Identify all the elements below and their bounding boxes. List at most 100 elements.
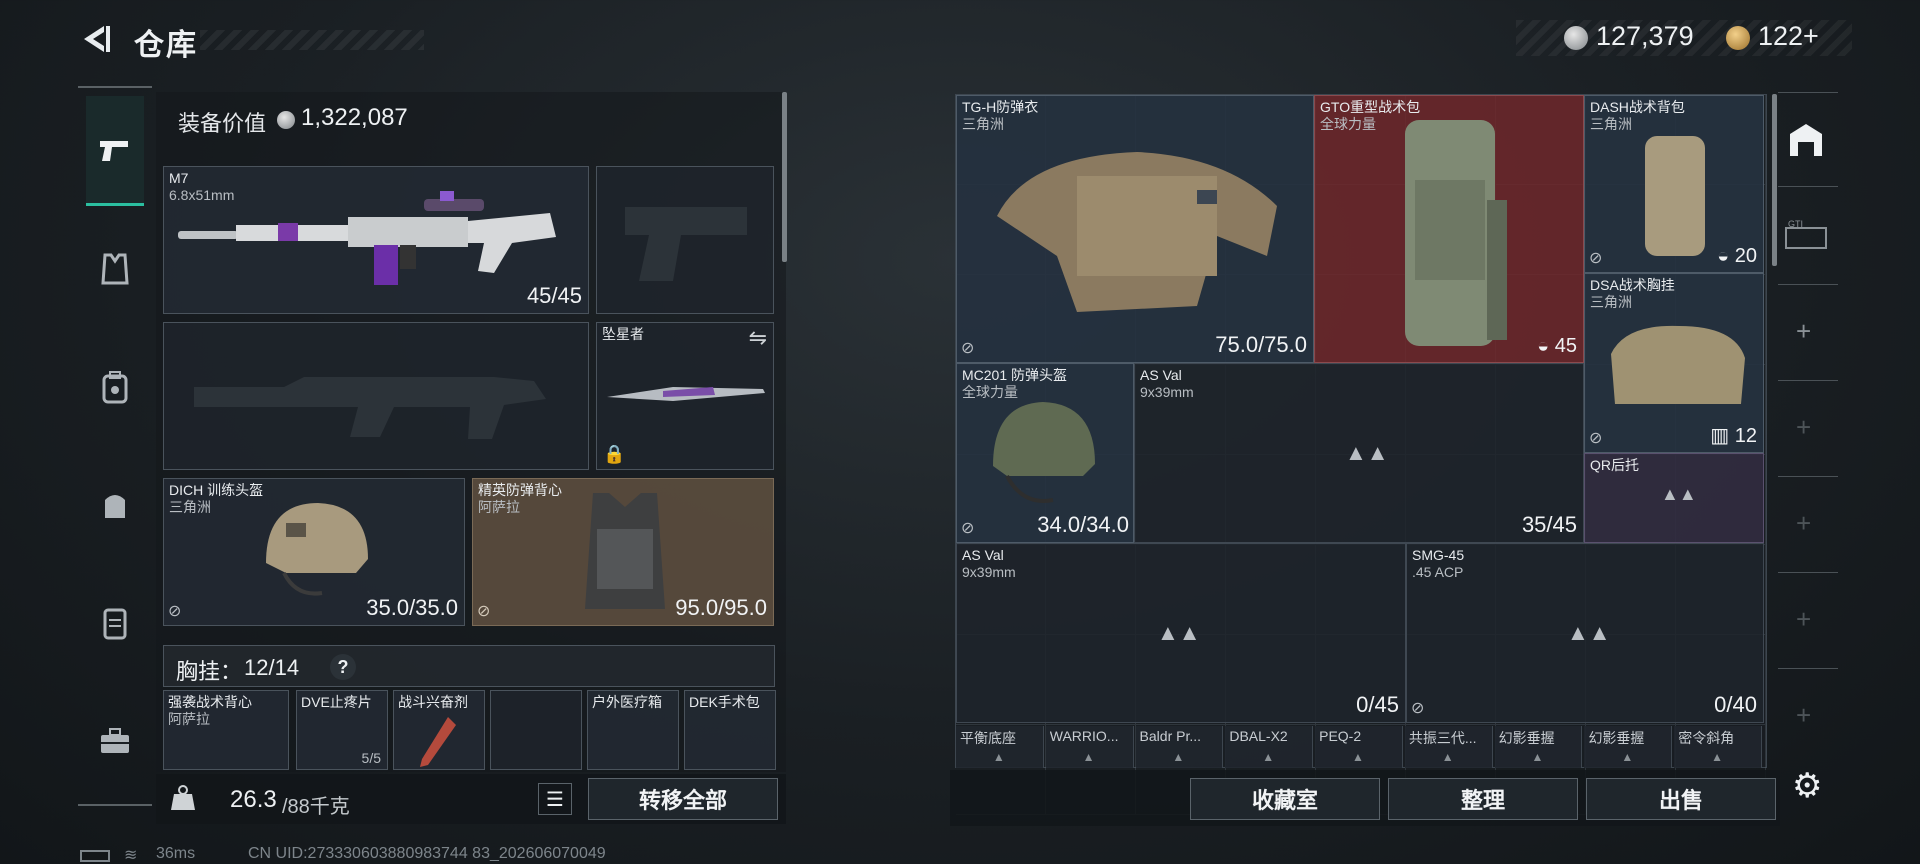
helmet-durability: 35.0/35.0 [366, 595, 458, 620]
capacity-icon: ▥ [1710, 425, 1735, 447]
helmet-image [266, 503, 368, 596]
rig-item-slot[interactable]: 强袭战术背心 阿萨拉 [163, 690, 289, 770]
no-insurance-icon: ⊘ [961, 520, 975, 537]
wifi-icon: ≋ [124, 847, 138, 864]
attachment-item[interactable]: 幻影垂握 ▲ [1584, 726, 1673, 768]
add-tab-icon[interactable]: + [1796, 316, 1811, 347]
capacity-value: 20 [1734, 245, 1757, 267]
melee-slot[interactable]: 坠星者 ⇋ 🔒 [596, 322, 774, 470]
storage-item-vest[interactable]: TG-H防弹衣 三角洲 ⊘ 75.0/75.0 [956, 95, 1314, 363]
swap-icon[interactable]: ⇋ [749, 325, 767, 351]
attachment-item[interactable]: 共振三代... ▲ [1404, 726, 1493, 768]
attachment-item[interactable]: PEQ-2 ▲ [1315, 726, 1403, 768]
capacity-value: 45 [1554, 335, 1577, 357]
armor-name: 精英防弹背心 [478, 482, 562, 498]
rig-item-sub: 阿萨拉 [168, 711, 210, 727]
chest-rig-header[interactable]: 胸挂： 12/14 ? [163, 645, 775, 687]
attachment-item[interactable]: Baldr Pr... ▲ [1135, 726, 1224, 768]
item-name: AS Val [1140, 367, 1182, 383]
primary-weapon-slot[interactable]: M7 6.8x51mm 45/45 [163, 166, 589, 314]
rig-item-slot[interactable]: DEK手术包 [684, 690, 776, 770]
nav-tab-pouch[interactable] [86, 450, 144, 560]
loading-icon: ▲ [1531, 750, 1544, 764]
right-nav-divider [1778, 380, 1838, 381]
storage-item-stock[interactable]: QR后托 ▲▲ [1584, 453, 1764, 543]
nav-tab-toolbox[interactable] [86, 686, 144, 796]
armor-slot[interactable]: 精英防弹背心 阿萨拉 ⊘ 95.0/95.0 [472, 478, 774, 626]
rig-item-name: 战斗兴奋剂 [398, 694, 468, 710]
add-tab-icon[interactable]: + [1796, 604, 1811, 635]
help-icon[interactable]: ? [330, 654, 356, 680]
warehouse-icon [1790, 124, 1822, 156]
sort-button[interactable]: 整理 [1388, 778, 1578, 820]
equipment-value: 1,322,087 [301, 104, 408, 131]
nav-tab-case[interactable] [86, 568, 144, 678]
helmet-origin: 三角洲 [169, 499, 211, 515]
armor-image [585, 493, 665, 609]
list-icon[interactable]: ☰ [538, 783, 572, 815]
item-capacity: ◒ 20 [1717, 245, 1757, 268]
rig-item-slot[interactable]: 战斗兴奋剂 [393, 690, 485, 770]
sell-button[interactable]: 出售 [1586, 778, 1776, 820]
attachment-label: PEQ-2 [1319, 728, 1362, 744]
loading-icon: ▲ [1711, 750, 1723, 764]
collection-room-button[interactable]: 收藏室 [1190, 778, 1380, 820]
no-insurance-icon: ⊘ [168, 603, 182, 620]
rig-item-slot[interactable]: DVE止疼片 5/5 [296, 690, 388, 770]
storage-item-backpack-small[interactable]: DASH战术背包 三角洲 ⊘ ◒ 20 [1584, 95, 1764, 273]
rig-item-name: 强袭战术背心 [168, 694, 252, 710]
rig-item-slot-empty[interactable] [490, 690, 582, 770]
add-tab-icon[interactable]: + [1796, 412, 1811, 443]
attachment-label: 共振三代... [1408, 730, 1477, 746]
storage-scrollbar[interactable] [1772, 94, 1777, 266]
no-insurance-icon: ⊘ [1411, 700, 1425, 717]
helmet-slot[interactable]: DICH 训练头盔 三角洲 ⊘ 35.0/35.0 [163, 478, 465, 626]
battery-icon [80, 850, 110, 862]
add-tab-icon[interactable]: + [1796, 700, 1811, 731]
gold-currency-value[interactable]: 122+ [1758, 21, 1819, 52]
back-icon[interactable] [78, 22, 112, 56]
item-name: QR后托 [1590, 457, 1639, 473]
attachment-label: DBAL-X2 [1229, 728, 1288, 744]
attachment-item[interactable]: 平衡底座 ▲ [956, 726, 1044, 768]
nav-divider-bottom [78, 804, 152, 806]
item-sub: 全球力量 [1320, 116, 1376, 132]
warehouse-tab[interactable] [1786, 120, 1826, 160]
nav-tab-backpack[interactable] [86, 332, 144, 442]
storage-item-helmet[interactable]: MC201 防弹头盔 全球力量 ⊘ 34.0/34.0 [956, 363, 1134, 543]
no-insurance-icon: ⊘ [477, 603, 491, 620]
gti-icon: GTI [1785, 219, 1827, 249]
rig-item-slot[interactable]: 户外医疗箱 [587, 690, 679, 770]
item-ammo: 35/45 [1521, 512, 1577, 537]
helmet-image [993, 402, 1095, 503]
nav-tab-weapons[interactable] [86, 96, 144, 206]
nav-tab-vest[interactable] [86, 214, 144, 324]
sidearm-slot[interactable] [596, 166, 774, 314]
storage-item-backpack[interactable]: GTO重型战术包 全球力量 ◒ 45 [1314, 95, 1584, 363]
item-sub: 9x39mm [1140, 384, 1194, 400]
attachment-item[interactable]: WARRIO... ▲ [1045, 726, 1134, 768]
item-name: TG-H防弹衣 [962, 99, 1039, 115]
gti-tab[interactable]: GTI [1784, 218, 1828, 252]
equipment-value-label: 装备价值 [178, 111, 267, 136]
equipment-scrollbar[interactable] [782, 92, 787, 262]
secondary-weapon-slot[interactable] [163, 322, 589, 470]
attachment-item[interactable]: 密令斜角 ▲ [1674, 726, 1762, 768]
settings-gear-icon[interactable]: ⚙ [1792, 766, 1822, 806]
item-capacity: ◒ 45 [1537, 335, 1577, 358]
storage-item-rifle[interactable]: AS Val 9x39mm ▲▲ 35/45 [1134, 363, 1584, 543]
storage-item-rifle[interactable]: AS Val 9x39mm ▲▲ 0/45 [956, 543, 1406, 723]
loading-icon: ▲ [1621, 750, 1634, 764]
transfer-all-button[interactable]: 转移全部 [588, 778, 778, 820]
attachment-label: Baldr Pr... [1139, 728, 1202, 744]
storage-item-chest-rig[interactable]: DSA战术胸挂 三角洲 ⊘ ▥ 12 [1584, 273, 1764, 453]
storage-item-smg[interactable]: SMG-45 .45 ACP ▲▲ ⊘ 0/40 [1406, 543, 1764, 723]
rig-item-count: 5/5 [361, 750, 381, 766]
loading-icon: ▲▲ [1345, 440, 1389, 465]
attachment-item[interactable]: 幻影垂握 ▲ [1494, 726, 1583, 768]
add-tab-icon[interactable]: + [1796, 508, 1811, 539]
attachment-item[interactable]: DBAL-X2 ▲ [1225, 726, 1314, 768]
backpack-icon [102, 371, 128, 404]
loading-icon: ▲ [1351, 750, 1364, 764]
right-nav-divider [1778, 284, 1838, 285]
